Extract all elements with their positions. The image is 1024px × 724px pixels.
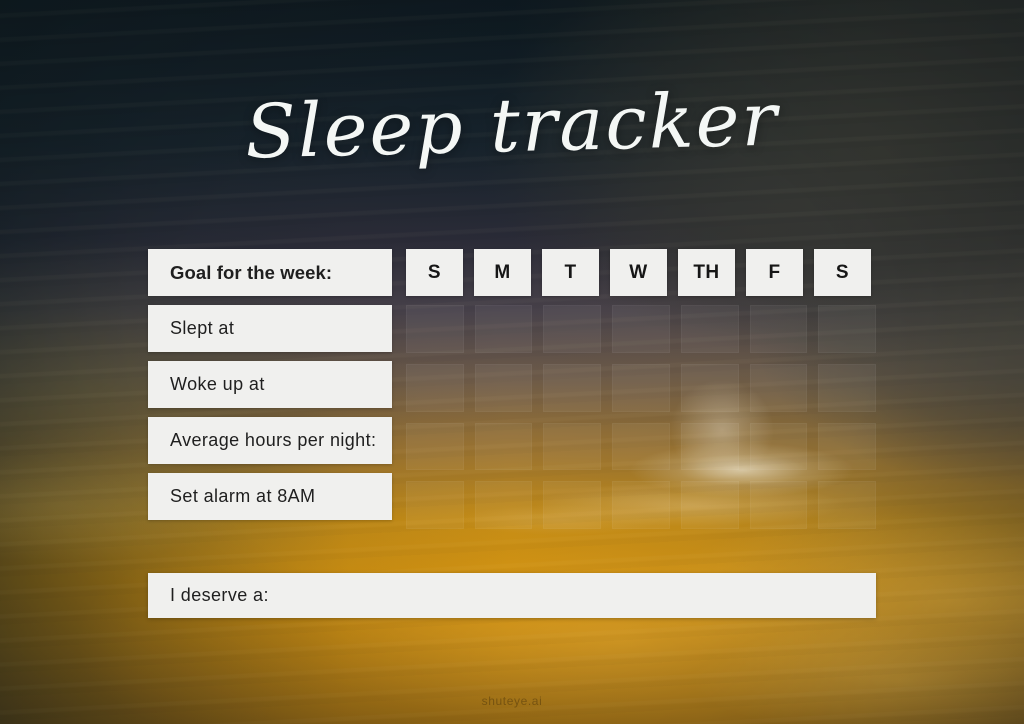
day-header-0[interactable]: S — [406, 249, 463, 296]
row-label-cell[interactable]: Slept at — [148, 305, 392, 352]
tracker-row: Goal for the week: S M T W TH F S — [148, 249, 876, 296]
day-header-label: T — [564, 261, 577, 283]
day-header-label: S — [427, 261, 442, 283]
tracker-row: Woke up at — [148, 361, 876, 408]
day-header-label: M — [494, 261, 511, 283]
row-label-cell[interactable]: Goal for the week: — [148, 249, 392, 296]
tracker-table: Goal for the week: S M T W TH F S Slept at Woke u… — [148, 249, 876, 529]
row-label-cell[interactable]: Woke up at — [148, 361, 392, 408]
tracker-row: Average hours per night: — [148, 417, 876, 464]
watermark: shuteye.ai — [481, 694, 543, 708]
row-label: Average hours per night: — [170, 430, 377, 450]
tracker-row: Slept at — [148, 305, 876, 352]
day-header-label: W — [629, 261, 648, 283]
day-header-label: TH — [693, 261, 720, 283]
day-header-4[interactable]: TH — [678, 249, 735, 296]
day-header-3[interactable]: W — [610, 249, 667, 296]
row-label-cell[interactable]: Average hours per night: — [148, 417, 392, 464]
day-header-label: S — [835, 261, 850, 283]
day-header-5[interactable]: F — [746, 249, 803, 296]
row-label-cell[interactable]: Set alarm at 8AM — [148, 473, 392, 520]
row-label: Goal for the week: — [170, 261, 333, 283]
day-header-2[interactable]: T — [542, 249, 599, 296]
day-header-strip: S M T W TH F S — [406, 249, 871, 296]
day-header-6[interactable]: S — [814, 249, 871, 296]
day-header-1[interactable]: M — [474, 249, 531, 296]
sleep-tracker-page: Sleep tracker Goal for the week: S M T W TH F S… — [0, 0, 1024, 724]
tracker-row: Set alarm at 8AM — [148, 473, 876, 520]
reward-label: I deserve a: — [170, 585, 269, 605]
row-label: Set alarm at 8AM — [170, 486, 316, 506]
row-label: Woke up at — [170, 374, 265, 394]
day-header-label: F — [768, 261, 781, 283]
reward-field[interactable]: I deserve a: — [148, 573, 876, 618]
row-label: Slept at — [170, 318, 235, 338]
